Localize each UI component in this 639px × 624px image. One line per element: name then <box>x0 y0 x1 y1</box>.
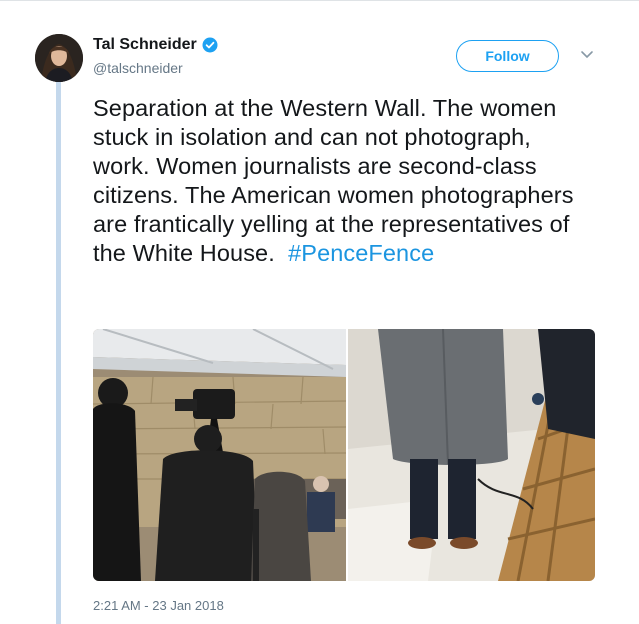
thread-line <box>56 82 61 624</box>
chevron-down-icon[interactable] <box>580 50 594 60</box>
avatar[interactable] <box>35 34 83 82</box>
card-top-border <box>0 0 639 1</box>
tweet-timestamp[interactable]: 2:21 AM - 23 Jan 2018 <box>93 598 224 613</box>
tweet-text: Separation at the Western Wall. The wome… <box>93 94 593 268</box>
follow-button[interactable]: Follow <box>456 40 559 72</box>
verified-badge-icon <box>202 37 218 53</box>
hashtag-link[interactable]: #PenceFence <box>288 240 434 266</box>
author-name[interactable]: Tal Schneider <box>93 36 197 54</box>
photo-suit-platform[interactable] <box>348 329 595 581</box>
media-grid <box>93 329 595 581</box>
photo-western-wall-crowd[interactable] <box>93 329 346 581</box>
author-row: Tal Schneider <box>93 36 219 54</box>
author-handle[interactable]: @talschneider <box>93 60 183 76</box>
